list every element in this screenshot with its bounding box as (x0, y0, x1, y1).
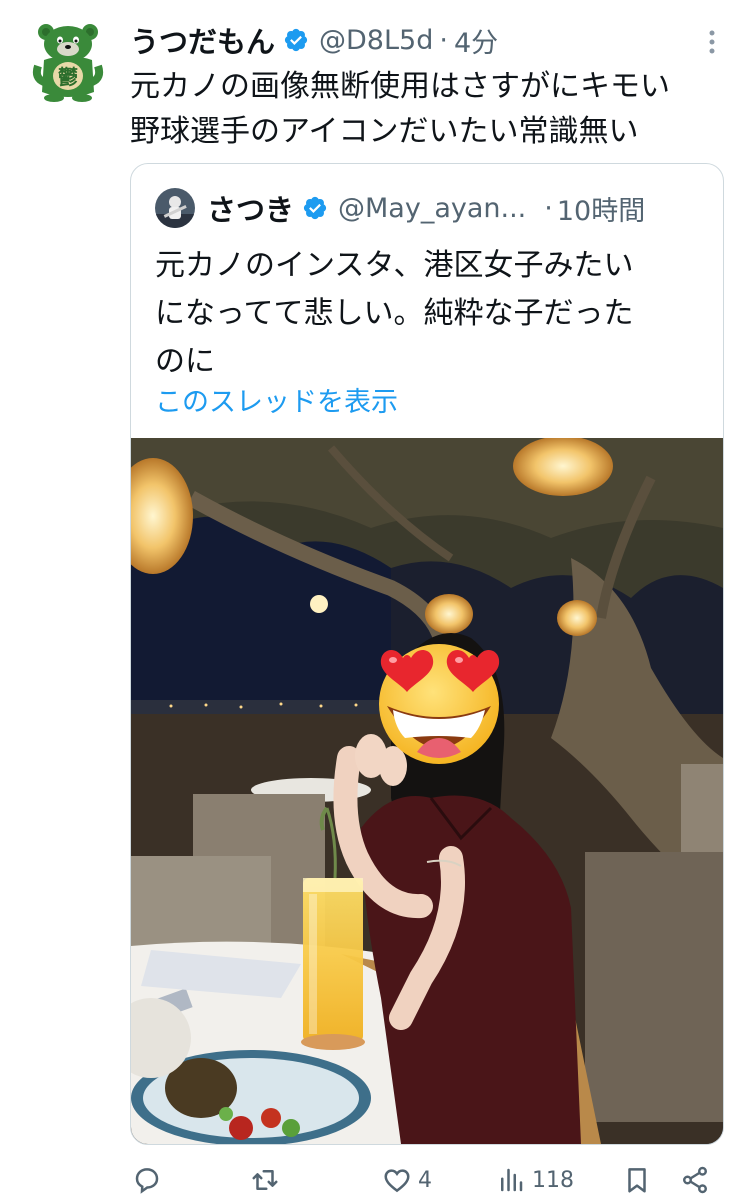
avatar-glyph: 鬱 (58, 65, 78, 89)
more-icon[interactable] (702, 28, 722, 56)
show-thread-link[interactable]: このスレッドを表示 (155, 380, 398, 419)
quoted-tweet-text: 元カノのインスタ、港区女子みたい になってて悲しい。純粋な子だった のに (155, 242, 705, 386)
quoted-author-name[interactable]: さつき (207, 187, 294, 229)
quoted-author-handle[interactable]: @May_ayan... (338, 193, 526, 224)
quoted-text-line: になってて悲しい。純粋な子だった (155, 296, 634, 331)
author-name[interactable]: うつだもん (130, 19, 275, 61)
separator-dot: · (544, 192, 553, 224)
heart-icon (384, 1169, 410, 1193)
separator-dot: · (439, 24, 448, 56)
tweet-timestamp[interactable]: 4分 (454, 21, 498, 60)
verified-badge-icon (284, 28, 308, 52)
quoted-author-avatar[interactable] (155, 188, 195, 228)
retweet-icon (252, 1170, 278, 1190)
quoted-tweet-timestamp[interactable]: 10時間 (557, 189, 645, 228)
share-icon (683, 1166, 707, 1194)
tweet-action-bar: 4 118 (0, 1160, 750, 1204)
tweet-text: 元カノの画像無断使用はさすがにキモい 野球選手のアイコンだいたい常識無い (130, 64, 730, 154)
quoted-text-line: のに (155, 344, 215, 379)
like-count: 4 (418, 1167, 432, 1193)
quoted-tweet-header: さつき @May_ayan... · 10時間 (155, 186, 703, 230)
views-button[interactable]: 118 (496, 1160, 574, 1200)
verified-badge-icon (303, 196, 327, 220)
reply-icon (135, 1168, 159, 1194)
like-button[interactable]: 4 (382, 1160, 432, 1200)
retweet-button[interactable] (250, 1160, 286, 1200)
share-button[interactable] (680, 1160, 710, 1200)
bookmark-button[interactable] (622, 1160, 652, 1200)
views-count: 118 (532, 1167, 574, 1193)
author-handle[interactable]: @D8L5d (319, 25, 433, 56)
views-icon (501, 1168, 523, 1192)
tweet-text-line: 野球選手のアイコンだいたい常識無い (130, 114, 639, 149)
tweet-text-line: 元カノの画像無断使用はさすがにキモい (130, 69, 670, 104)
reply-button[interactable] (132, 1160, 168, 1200)
quoted-tweet-photo[interactable] (131, 438, 723, 1144)
tweet-header: うつだもん @D8L5d · 4分 (130, 18, 710, 62)
quoted-text-line: 元カノのインスタ、港区女子みたい (155, 248, 634, 283)
quoted-tweet-card[interactable]: さつき @May_ayan... · 10時間 元カノのインスタ、港区女子みたい… (130, 163, 724, 1145)
bookmark-icon (628, 1168, 646, 1193)
author-avatar[interactable]: 鬱 (32, 22, 104, 102)
